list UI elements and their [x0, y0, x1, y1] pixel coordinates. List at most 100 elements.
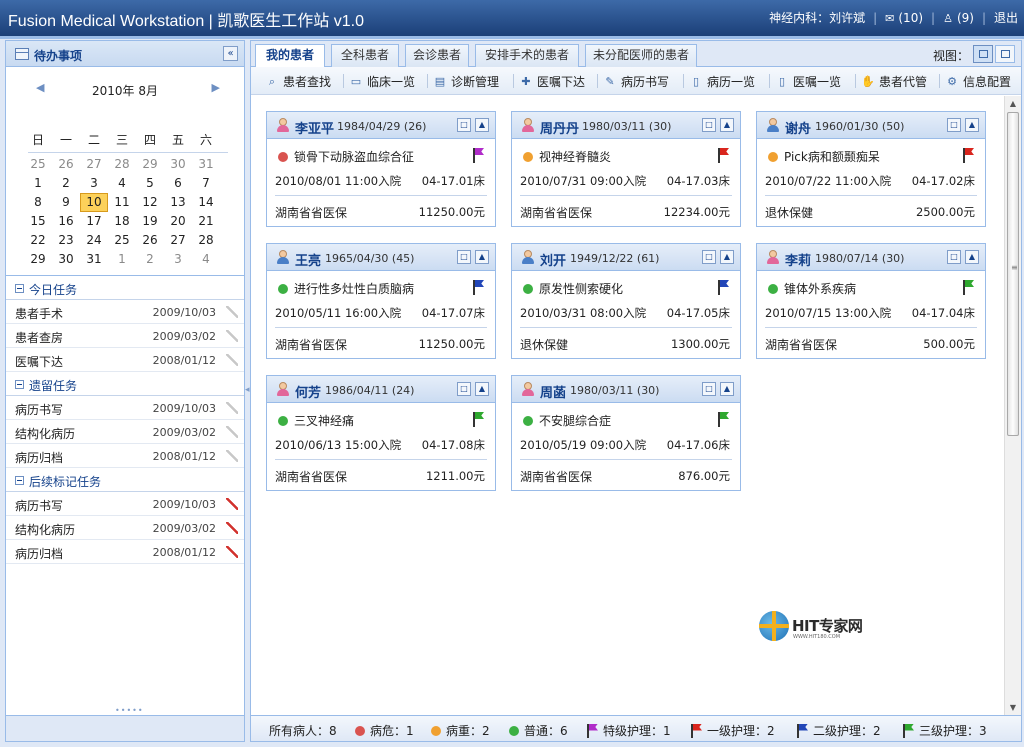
tab-4[interactable]: 未分配医师的患者 — [585, 44, 697, 67]
messages-link[interactable]: ✉ (10) — [885, 11, 923, 25]
restore-button[interactable]: □ — [947, 250, 961, 264]
calendar-day[interactable]: 24 — [80, 231, 108, 250]
calendar-day[interactable]: 25 — [24, 155, 52, 174]
calendar-day[interactable]: 2 — [136, 250, 164, 269]
collapse-card-button[interactable]: ▲ — [965, 118, 979, 132]
task-row[interactable]: 病历书写 2009/10/03 — [6, 492, 244, 516]
calendar-day[interactable]: 3 — [80, 174, 108, 193]
calendar-day[interactable]: 1 — [24, 174, 52, 193]
toolbar-button-8[interactable]: ⚙ 信息配置 — [945, 73, 1011, 90]
calendar-day[interactable]: 29 — [24, 250, 52, 269]
calendar-day[interactable]: 23 — [52, 231, 80, 250]
calendar-day[interactable]: 18 — [108, 212, 136, 231]
patient-card[interactable]: 李亚平 1984/04/29 (26) □ ▲ 锁骨下动脉盗血综合征 2010/08/01… — [266, 111, 496, 227]
patient-name[interactable]: 何芳 — [295, 382, 321, 401]
restore-button[interactable]: □ — [702, 250, 716, 264]
calendar-day[interactable]: 12 — [136, 193, 164, 212]
calendar-day[interactable]: 25 — [108, 231, 136, 250]
calendar-day[interactable]: 28 — [192, 231, 220, 250]
toolbar-button-6[interactable]: ▯ 医嘱一览 — [775, 73, 841, 90]
task-row[interactable]: 患者手术 2009/10/03 — [6, 300, 244, 324]
pin-icon[interactable] — [226, 498, 238, 510]
patient-card[interactable]: 何芳 1986/04/11 (24) □ ▲ 三叉神经痛 2010/06/13 15:00… — [266, 375, 496, 491]
pin-icon[interactable] — [226, 426, 238, 438]
restore-button[interactable]: □ — [457, 250, 471, 264]
calendar-day[interactable]: 13 — [164, 193, 192, 212]
tab-2[interactable]: 会诊患者 — [405, 44, 469, 67]
pin-icon[interactable] — [226, 306, 238, 318]
people-link[interactable]: ♙ (9) — [943, 11, 974, 25]
collapse-toggle-icon[interactable] — [15, 380, 24, 389]
calendar-day[interactable]: 17 — [80, 212, 108, 231]
toolbar-button-1[interactable]: ▭ 临床一览 — [349, 73, 415, 90]
toolbar-button-4[interactable]: ✎ 病历书写 — [603, 73, 669, 90]
calendar-day[interactable]: 1 — [108, 250, 136, 269]
scroll-down-arrow[interactable]: ▼ — [1005, 700, 1021, 716]
calendar-day[interactable]: 2 — [52, 174, 80, 193]
calendar-day[interactable]: 3 — [164, 250, 192, 269]
tab-1[interactable]: 全科患者 — [331, 44, 399, 67]
restore-button[interactable]: □ — [457, 118, 471, 132]
toolbar-button-0[interactable]: ⌕ 患者查找 — [265, 73, 331, 90]
calendar-day[interactable]: 26 — [52, 155, 80, 174]
calendar-day[interactable]: 19 — [136, 212, 164, 231]
scroll-up-arrow[interactable]: ▲ — [1005, 96, 1021, 112]
patient-name[interactable]: 周菡 — [540, 382, 566, 401]
restore-button[interactable]: □ — [457, 382, 471, 396]
task-row[interactable]: 医嘱下达 2008/01/12 — [6, 348, 244, 372]
calendar-day[interactable]: 16 — [52, 212, 80, 231]
collapse-toggle-icon[interactable] — [15, 476, 24, 485]
pin-icon[interactable] — [226, 450, 238, 462]
task-row[interactable]: 结构化病历 2009/03/02 — [6, 516, 244, 540]
restore-button[interactable]: □ — [702, 118, 716, 132]
resize-grip[interactable]: ••••• — [115, 706, 144, 715]
collapse-card-button[interactable]: ▲ — [720, 382, 734, 396]
task-section-header[interactable]: 遗留任务 — [6, 372, 244, 396]
patient-name[interactable]: 刘开 — [540, 250, 566, 269]
patient-name[interactable]: 谢舟 — [785, 118, 811, 137]
calendar-day[interactable]: 15 — [24, 212, 52, 231]
calendar-day[interactable]: 22 — [24, 231, 52, 250]
collapse-card-button[interactable]: ▲ — [965, 250, 979, 264]
patient-name[interactable]: 李亚平 — [295, 118, 334, 137]
calendar-day[interactable]: 31 — [192, 155, 220, 174]
calendar-day[interactable]: 8 — [24, 193, 52, 212]
patient-card[interactable]: 李莉 1980/07/14 (30) □ ▲ 锥体外系疾病 2010/07/15 13:0… — [756, 243, 986, 359]
task-row[interactable]: 病历归档 2008/01/12 — [6, 444, 244, 468]
pin-icon[interactable] — [226, 402, 238, 414]
list-view-button[interactable] — [995, 45, 1015, 63]
calendar-day-selected[interactable]: 10 — [80, 193, 108, 212]
toolbar-button-7[interactable]: ✋ 患者代管 — [861, 73, 927, 90]
patient-name[interactable]: 李莉 — [785, 250, 811, 269]
calendar-day[interactable]: 29 — [136, 155, 164, 174]
collapse-card-button[interactable]: ▲ — [720, 250, 734, 264]
collapse-card-button[interactable]: ▲ — [475, 118, 489, 132]
calendar-day[interactable]: 14 — [192, 193, 220, 212]
restore-button[interactable]: □ — [947, 118, 961, 132]
calendar-day[interactable]: 6 — [164, 174, 192, 193]
patient-card[interactable]: 周菡 1980/03/11 (30) □ ▲ 不安腿综合症 2010/05/19 09:0… — [511, 375, 741, 491]
collapse-card-button[interactable]: ▲ — [475, 250, 489, 264]
task-row[interactable]: 患者查房 2009/03/02 — [6, 324, 244, 348]
task-row[interactable]: 病历书写 2009/10/03 — [6, 396, 244, 420]
calendar-day[interactable]: 4 — [192, 250, 220, 269]
calendar-day[interactable]: 31 — [80, 250, 108, 269]
pin-icon[interactable] — [226, 354, 238, 366]
tab-0[interactable]: 我的患者 — [255, 44, 325, 68]
patient-card[interactable]: 刘开 1949/12/22 (61) □ ▲ 原发性侧索硬化 2010/03/31 08:… — [511, 243, 741, 359]
scroll-thumb[interactable]: ≡ — [1007, 112, 1019, 436]
calendar-day[interactable]: 4 — [108, 174, 136, 193]
vertical-scrollbar[interactable]: ▲ ≡ ▼ — [1004, 96, 1021, 716]
patient-card[interactable]: 谢舟 1960/01/30 (50) □ ▲ Pick病和额颞痴呆 2010/07/22 … — [756, 111, 986, 227]
toolbar-button-2[interactable]: ▤ 诊断管理 — [433, 73, 499, 90]
calendar-day[interactable]: 11 — [108, 193, 136, 212]
collapse-panel-button[interactable]: « — [223, 46, 238, 61]
patient-card[interactable]: 周丹丹 1980/03/11 (30) □ ▲ 视神经脊髓炎 2010/07/31 09:… — [511, 111, 741, 227]
card-view-button[interactable] — [973, 45, 993, 63]
patient-name[interactable]: 周丹丹 — [540, 118, 579, 137]
task-row[interactable]: 结构化病历 2009/03/02 — [6, 420, 244, 444]
calendar-day[interactable]: 27 — [80, 155, 108, 174]
calendar-day[interactable]: 21 — [192, 212, 220, 231]
pin-icon[interactable] — [226, 546, 238, 558]
calendar-day[interactable]: 9 — [52, 193, 80, 212]
